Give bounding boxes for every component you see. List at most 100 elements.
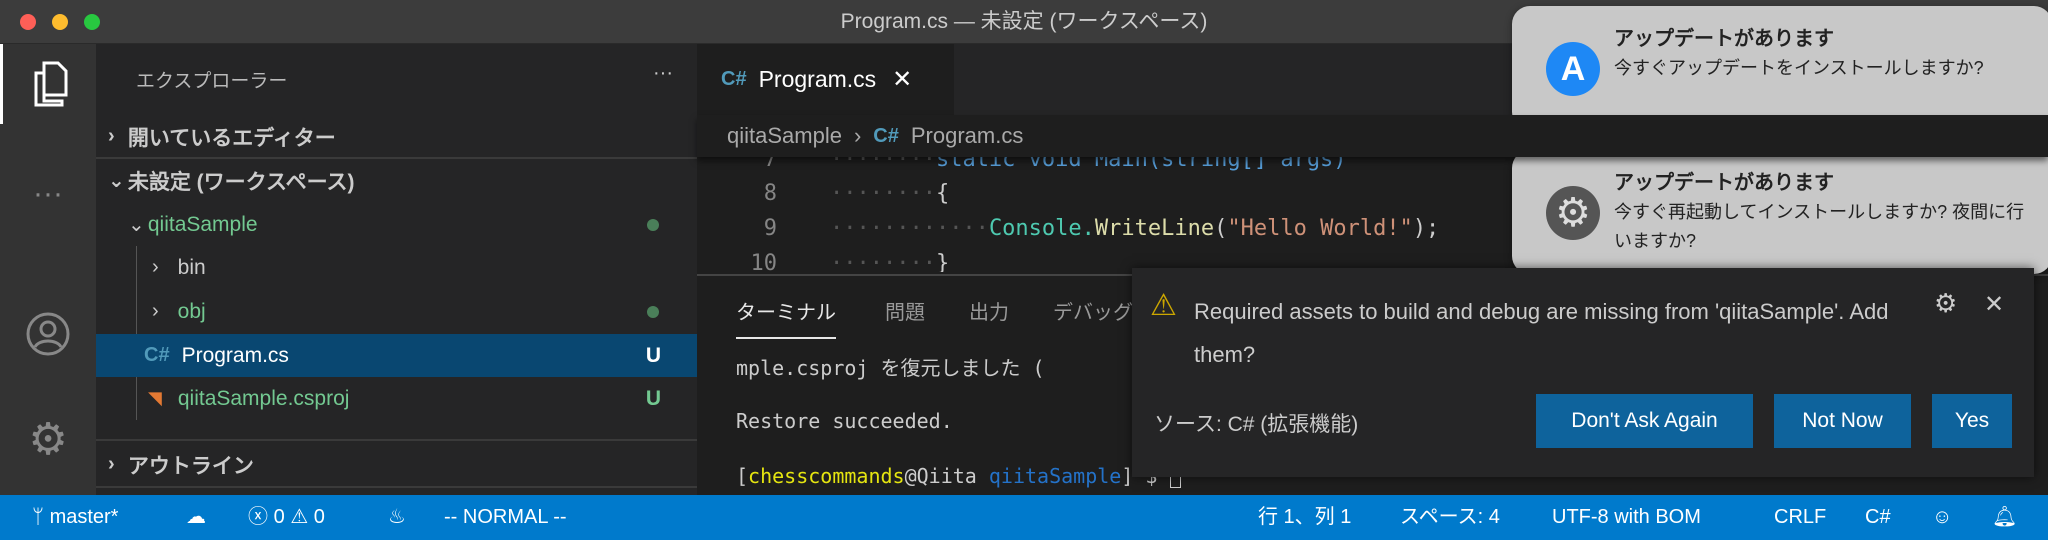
section-label: 開いているエディター [127,126,336,150]
line-number: 8 [763,181,777,206]
flame-icon[interactable]: ♨ [388,495,406,540]
terminal-line: Restore succeeded. [736,409,953,433]
untracked-badge: U [645,343,661,367]
code-text: WriteLine [1094,216,1215,241]
notification-title: アップデートがあります [1614,28,1834,50]
notification-title: アップデートがあります [1614,172,1834,194]
prompt-dir: qiitaSample [988,464,1122,488]
outline-section[interactable]: › アウトライン [96,443,697,486]
code-text: } [935,251,950,272]
line-number: 9 [763,216,777,241]
code-text: { [935,181,950,206]
line-ending[interactable]: CRLF [1774,495,1826,540]
encoding[interactable]: UTF-8 with BOM [1552,495,1701,540]
tree-item-label: qiitaSample [147,212,258,236]
csharp-file-icon: C# [144,344,170,366]
more-icon[interactable]: ··· [0,154,96,234]
tree-item-label: qiitaSample.csproj [177,386,350,410]
terminal-prompt[interactable]: [chesscommands@Qiita qiitaSample] $ [736,464,1181,488]
account-icon[interactable] [0,294,96,374]
notification-body: 今すぐ再起動してインストールしますか? 夜間に行いますか? [1614,202,2025,251]
code-text: ); [1412,216,1440,241]
tree-item-label: Program.cs [181,343,289,367]
chevron-right-icon: › [853,123,862,148]
prompt-user: chesscommands [748,464,905,488]
yes-button[interactable]: Yes [1932,394,2012,448]
code-text: "Hello World!" [1227,216,1413,241]
breadcrumb-file[interactable]: Program.cs [911,123,1023,149]
close-icon[interactable]: ✕ [1984,290,2004,319]
app-store-icon: A [1546,42,1600,96]
branch-status[interactable]: ᛘ master* [32,495,118,540]
toast-message: Required assets to build and debug are m… [1194,299,1889,367]
tree-item-program-cs[interactable]: C# Program.cs U [96,334,697,377]
chevron-right-icon: › [152,300,159,322]
warning-icon: ⚠ [1150,289,1177,322]
cursor-position[interactable]: 行 1、列 1 [1258,495,1351,540]
tab-output[interactable]: 出力 [969,296,1009,325]
breadcrumb: qiitaSample › C# Program.cs [697,115,2048,157]
section-label: アウトライン [127,454,254,478]
error-count: 0 [273,506,285,528]
not-now-button[interactable]: Not Now [1774,394,1911,448]
csharp-file-icon: C# [873,124,899,147]
breadcrumb-folder[interactable]: qiitaSample [727,123,842,149]
status-bar: ᛘ master* ☁ ⓧ 0 ⚠ 0 ♨ -- NORMAL -- 行 1、列… [0,495,2048,540]
sync-icon[interactable]: ☁ [186,495,206,540]
modified-dot [647,218,659,231]
tab-label: Program.cs [758,66,877,92]
tab-terminal[interactable]: ターミナル [736,296,836,339]
indentation[interactable]: スペース: 4 [1400,495,1500,540]
chevron-right-icon: › [108,453,115,475]
open-editors-section[interactable]: › 開いているエディター [96,115,697,158]
modified-dot [647,305,659,318]
line-number: 10 [750,251,778,272]
chevron-right-icon: › [108,125,115,147]
chevron-down-icon: ⌄ [108,170,125,192]
warning-count: 0 [313,506,325,528]
terminal-line: mple.csproj を復元しました ( [736,356,1045,380]
divider [96,486,697,488]
vim-mode: -- NORMAL -- [444,506,567,528]
system-preferences-icon: ⚙ [1546,186,1600,240]
toast-source: ソース: C# (拡張機能) [1154,413,1359,436]
language-mode[interactable]: C# [1865,495,1891,540]
tree-item-csproj[interactable]: ◥ qiitaSample.csproj U [96,377,697,420]
tree-item-obj[interactable]: › obj [96,290,697,333]
chevron-right-icon: › [152,256,159,278]
notification-toast: ⚠ Required assets to build and debug are… [1132,268,2034,477]
branch-label: master* [49,506,119,528]
mac-notification[interactable]: A アップデートがあります 今すぐアップデートをインストールしますか? [1512,6,2048,130]
feedback-icon[interactable]: ☺ [1932,495,1952,540]
tab-program-cs[interactable]: C# Program.cs ✕ [697,44,954,115]
tree-item-label: obj [177,299,206,323]
gear-icon[interactable]: ⚙ [1934,288,1957,319]
dont-ask-again-button[interactable]: Don't Ask Again [1536,394,1753,448]
chevron-down-icon: ⌄ [128,214,145,236]
explorer-icon[interactable] [0,44,96,124]
more-actions-button[interactable]: ··· [653,62,673,85]
warning-icon: ⚠ [290,506,309,528]
prompt-host: @Qiita [904,464,977,488]
problems-status[interactable]: ⓧ 0 ⚠ 0 [248,495,325,540]
tab-debug-console[interactable]: デバッグ [1053,296,1133,325]
explorer-title: エクスプローラー [136,71,288,92]
section-label: 未設定 (ワークスペース) [127,170,355,194]
tree-item-bin[interactable]: › bin [96,246,697,289]
tree-item-qiitasample[interactable]: ⌄ qiitaSample [96,203,697,246]
workspace-section[interactable]: ⌄ 未設定 (ワークスペース) [96,159,697,202]
git-branch-icon: ᛘ [32,506,44,528]
notification-body: 今すぐアップデートをインストールしますか? [1614,58,1984,78]
mac-notification[interactable]: ⚙ アップデートがあります 今すぐ再起動してインストールしますか? 夜間に行いま… [1512,150,2048,274]
divider [96,439,697,441]
tab-problems[interactable]: 問題 [885,296,925,325]
code-text: ( [1214,216,1228,241]
csharp-file-icon: C# [721,68,747,90]
error-icon: ⓧ [248,506,268,528]
activity-bar: ··· ⚙ [0,44,96,495]
bell-icon[interactable]: 🔔︎ [1992,495,2017,540]
close-tab-icon[interactable]: ✕ [892,65,912,94]
explorer-sidebar: エクスプローラー ··· › 開いているエディター ⌄ 未設定 (ワークスペース… [96,44,697,495]
gear-icon[interactable]: ⚙ [0,399,96,479]
untracked-badge: U [645,386,661,410]
